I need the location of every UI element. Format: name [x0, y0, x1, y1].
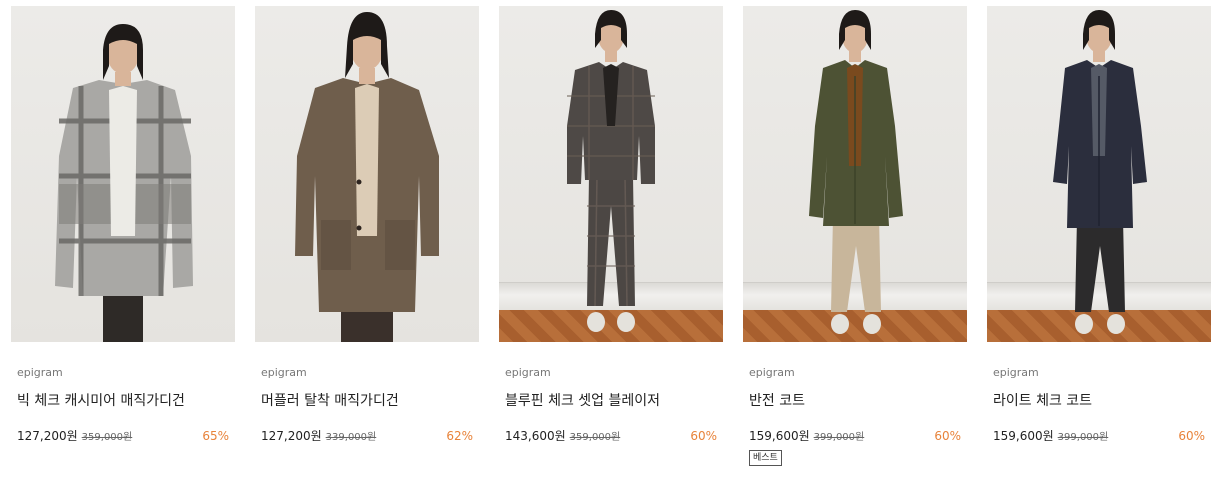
sale-price: 127,200원 [17, 429, 78, 443]
product-image[interactable] [743, 6, 967, 342]
model-figure [295, 12, 439, 342]
brand-label: epigram [749, 366, 795, 379]
brand-label: epigram [505, 366, 551, 379]
sale-price: 159,600원 [993, 429, 1054, 443]
discount-rate: 60% [690, 429, 717, 443]
discount-rate: 60% [1178, 429, 1205, 443]
sale-price: 143,600원 [505, 429, 566, 443]
price-row: 159,600원 399,000원 60% [993, 428, 1205, 444]
product-card[interactable]: epigram 머플러 탈착 매직가디건 127,200원 339,000원 6… [255, 6, 479, 466]
best-badge: 베스트 [749, 450, 782, 466]
product-card[interactable]: epigram 라이트 체크 코트 159,600원 399,000원 60% [987, 6, 1211, 466]
discount-rate: 62% [446, 429, 473, 443]
original-price: 359,000원 [81, 432, 133, 443]
price-row: 127,200원 359,000원 65% [17, 428, 229, 444]
sale-price: 127,200원 [261, 429, 322, 443]
original-price: 399,000원 [1057, 432, 1109, 443]
discount-rate: 60% [934, 429, 961, 443]
product-grid: epigram 빅 체크 캐시미어 매직가디건 127,200원 359,000… [11, 6, 1211, 466]
model-figure [1053, 10, 1147, 334]
product-name[interactable]: 빅 체크 캐시미어 매직가디건 [17, 392, 235, 410]
discount-rate: 65% [202, 429, 229, 443]
price-row: 143,600원 359,000원 60% [505, 428, 717, 444]
price-row: 159,600원 399,000원 60% [749, 428, 961, 444]
original-price: 399,000원 [813, 432, 865, 443]
product-name[interactable]: 라이트 체크 코트 [993, 392, 1211, 410]
original-price: 359,000원 [569, 432, 621, 443]
product-name[interactable]: 반전 코트 [749, 392, 967, 410]
product-card[interactable]: epigram 반전 코트 159,600원 399,000원 60% 베스트 [743, 6, 967, 466]
product-card[interactable]: epigram 빅 체크 캐시미어 매직가디건 127,200원 359,000… [11, 6, 235, 466]
model-figure [567, 10, 655, 332]
product-name[interactable]: 블루핀 체크 셋업 블레이저 [505, 392, 723, 410]
model-figure [809, 10, 903, 334]
brand-label: epigram [993, 366, 1039, 379]
model-figure [55, 24, 193, 342]
product-image[interactable] [499, 6, 723, 342]
brand-label: epigram [17, 366, 63, 379]
product-card[interactable]: epigram 블루핀 체크 셋업 블레이저 143,600원 359,000원… [499, 6, 723, 466]
product-name[interactable]: 머플러 탈착 매직가디건 [261, 392, 479, 410]
price-row: 127,200원 339,000원 62% [261, 428, 473, 444]
sale-price: 159,600원 [749, 429, 810, 443]
original-price: 339,000원 [325, 432, 377, 443]
product-image[interactable] [11, 6, 235, 342]
product-image[interactable] [987, 6, 1211, 342]
brand-label: epigram [261, 366, 307, 379]
product-image[interactable] [255, 6, 479, 342]
